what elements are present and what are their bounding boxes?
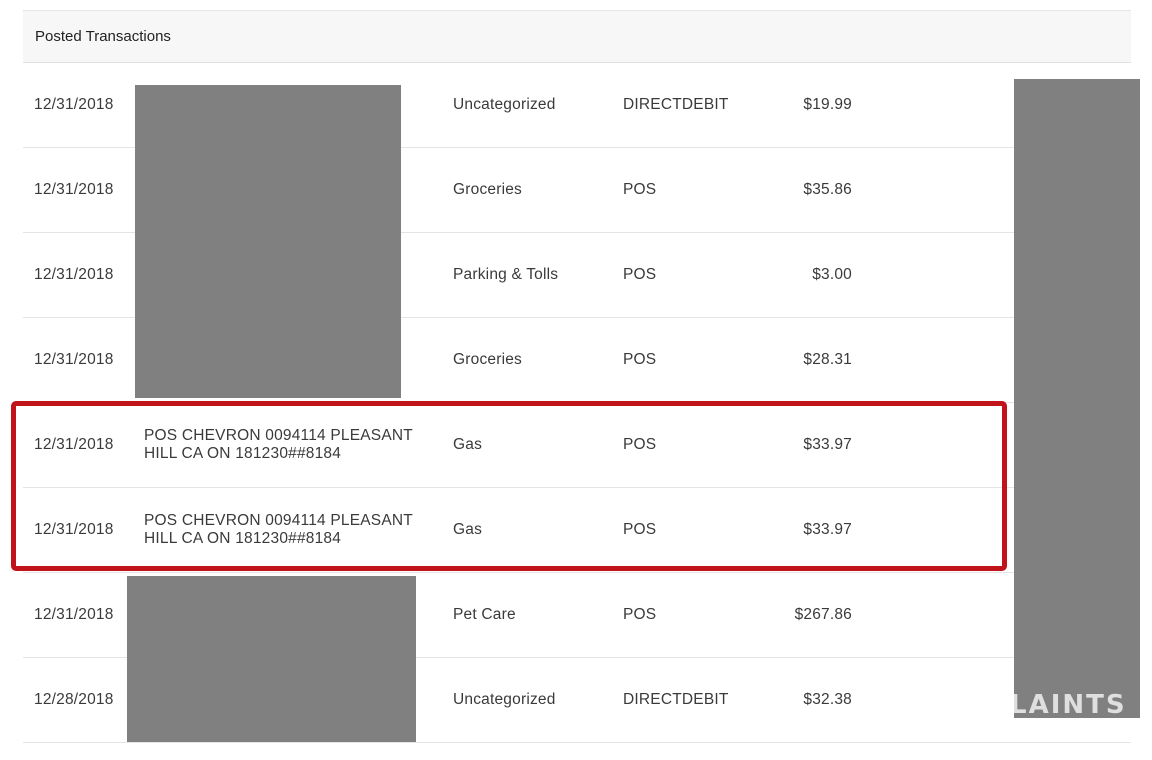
transaction-date: 12/31/2018 bbox=[34, 436, 114, 453]
transaction-amount: $3.00 bbox=[812, 266, 852, 283]
transaction-type: POS bbox=[623, 351, 657, 368]
transaction-amount: $35.86 bbox=[803, 181, 852, 198]
redaction-block-right-column bbox=[1014, 79, 1140, 718]
transaction-type: DIRECTDEBIT bbox=[623, 96, 729, 113]
transaction-type: POS bbox=[623, 606, 657, 623]
transaction-description: POS CHEVRON 0094114 PLEASANT HILL CA ON … bbox=[144, 427, 413, 462]
transaction-category[interactable]: Uncategorized bbox=[453, 658, 556, 742]
transaction-category[interactable]: Gas bbox=[453, 488, 482, 572]
transaction-category[interactable]: Pet Care bbox=[453, 573, 516, 657]
transaction-date: 12/31/2018 bbox=[34, 521, 114, 538]
panel-header: Posted Transactions bbox=[23, 10, 1131, 63]
redaction-block-descriptions-bottom bbox=[127, 576, 416, 742]
transaction-amount: $28.31 bbox=[803, 351, 852, 368]
transaction-type: DIRECTDEBIT bbox=[623, 691, 729, 708]
transaction-amount: $33.97 bbox=[803, 521, 852, 538]
transaction-amount: $267.86 bbox=[794, 606, 852, 623]
transaction-row[interactable]: 12/31/2018 POS CHEVRON 0094114 PLEASANT … bbox=[23, 488, 1131, 573]
transaction-date: 12/31/2018 bbox=[34, 266, 114, 283]
transaction-row[interactable]: 12/31/2018 POS CHEVRON 0094114 PLEASANT … bbox=[23, 403, 1131, 488]
transaction-date: 12/31/2018 bbox=[34, 181, 114, 198]
transaction-date: 12/31/2018 bbox=[34, 606, 114, 623]
transaction-type: POS bbox=[623, 436, 657, 453]
transaction-date: 12/31/2018 bbox=[34, 96, 114, 113]
transaction-type: POS bbox=[623, 521, 657, 538]
transaction-category[interactable]: Uncategorized bbox=[453, 63, 556, 147]
transaction-category[interactable]: Gas bbox=[453, 403, 482, 487]
redaction-block-descriptions-top bbox=[135, 85, 401, 398]
transaction-category[interactable]: Groceries bbox=[453, 318, 522, 402]
transaction-date: 12/28/2018 bbox=[34, 691, 114, 708]
panel-title: Posted Transactions bbox=[35, 28, 171, 45]
transaction-date: 12/31/2018 bbox=[34, 351, 114, 368]
transaction-amount: $33.97 bbox=[803, 436, 852, 453]
transaction-type: POS bbox=[623, 181, 657, 198]
transaction-description: POS CHEVRON 0094114 PLEASANT HILL CA ON … bbox=[144, 512, 413, 547]
watermark-text: LAINTS bbox=[1010, 690, 1127, 720]
transaction-type: POS bbox=[623, 266, 657, 283]
transaction-amount: $19.99 bbox=[803, 96, 852, 113]
transaction-category[interactable]: Groceries bbox=[453, 148, 522, 232]
transaction-category[interactable]: Parking & Tolls bbox=[453, 233, 558, 317]
transaction-amount: $32.38 bbox=[803, 691, 852, 708]
